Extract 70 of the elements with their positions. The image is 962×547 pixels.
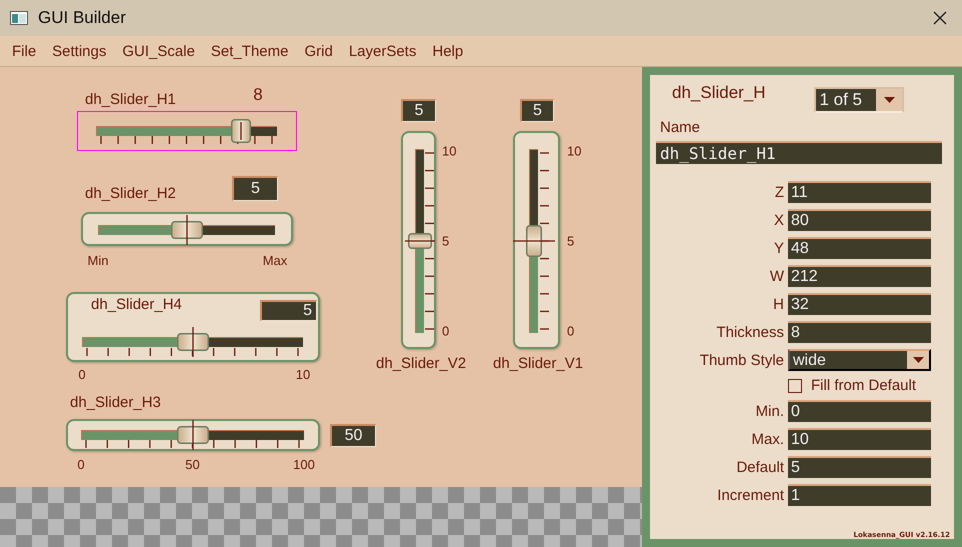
input-field[interactable]: 5 [788, 456, 931, 478]
scale-label: Min [88, 253, 108, 268]
slider-caption: dh_Slider_H4 [91, 296, 182, 313]
slider-thumb[interactable] [170, 215, 202, 245]
slider-thumb[interactable] [176, 420, 208, 450]
field-label: Default [735, 458, 784, 476]
menu-item[interactable]: Settings [44, 42, 114, 60]
slider-caption: dh_Slider_H2 [85, 185, 176, 202]
slider-thumb[interactable] [512, 225, 554, 257]
input-field[interactable]: 80 [788, 209, 931, 231]
scale-label: 100 [293, 457, 315, 472]
field-label: H [772, 296, 784, 312]
input-field[interactable]: 32 [788, 293, 931, 315]
value-display: 5 [260, 300, 317, 321]
menu-item[interactable]: GUI_Scale [114, 42, 203, 60]
scale-label: 5 [442, 234, 450, 248]
value-display: 50 [330, 424, 376, 447]
slider-caption: dh_Slider_V1 [493, 355, 584, 372]
checkbox-label: Fill from Default [811, 377, 916, 394]
menu-item[interactable]: LayerSets [340, 42, 424, 60]
field-label: Min. [754, 402, 784, 420]
name-field[interactable]: dh_Slider_H1 [656, 141, 942, 164]
menu-item[interactable]: Grid [296, 42, 341, 60]
scale-label: 10 [296, 367, 310, 382]
caret-icon [912, 357, 924, 363]
field-label: X [772, 212, 784, 228]
value-display: 5 [401, 99, 436, 122]
scale-label: Max [262, 253, 288, 268]
field-label: Max. [750, 430, 784, 448]
checkbox[interactable] [788, 378, 802, 392]
input-field[interactable]: 8 [788, 321, 931, 343]
input-field[interactable]: 11 [788, 181, 931, 203]
scale-label: 10 [442, 144, 456, 158]
input-field[interactable]: 0 [788, 400, 931, 422]
menu-item[interactable]: Set_Theme [202, 42, 296, 60]
scale-label: 5 [567, 234, 574, 248]
panel-title: dh_Slider_H [672, 83, 766, 103]
element-selector[interactable]: 1 of 5 [814, 87, 904, 113]
field-label: Thumb Style [698, 352, 784, 368]
input-field[interactable]: 48 [788, 237, 931, 259]
slider-thumb[interactable] [176, 327, 208, 357]
value-display: 5 [232, 176, 278, 201]
slider-caption: dh_Slider_H3 [70, 394, 161, 411]
slider-caption: dh_Slider_H1 [85, 91, 176, 108]
value-display: 5 [520, 99, 554, 122]
field-label: W [768, 268, 784, 284]
input-field[interactable]: 212 [788, 265, 931, 287]
dropdown[interactable]: wide [788, 349, 931, 371]
field-label: Z [774, 184, 784, 200]
slider-caption: dh_Slider_V2 [376, 355, 466, 372]
field-label: Y [772, 240, 784, 256]
scale-label: 0 [442, 324, 450, 338]
scale-label: 10 [567, 144, 582, 158]
scale-label: 0 [77, 457, 85, 472]
caret-icon [884, 97, 894, 103]
input-field[interactable]: 10 [788, 428, 931, 450]
window-title: GUI Builder [38, 8, 127, 28]
field-label: Increment [716, 486, 784, 504]
scale-label: 50 [185, 457, 200, 472]
menu-item[interactable]: File [4, 42, 44, 60]
scale-label: 0 [567, 324, 574, 338]
field-label: Name [660, 119, 702, 136]
menu-item[interactable]: Help [424, 42, 472, 60]
field-label: Thickness [715, 324, 784, 340]
value-text: 8 [252, 85, 264, 106]
scale-label: 0 [78, 367, 86, 382]
input-field[interactable]: 1 [788, 484, 931, 506]
window-icon [10, 11, 28, 25]
slider-thumb[interactable] [404, 233, 434, 249]
slider-thumb[interactable] [230, 119, 251, 143]
